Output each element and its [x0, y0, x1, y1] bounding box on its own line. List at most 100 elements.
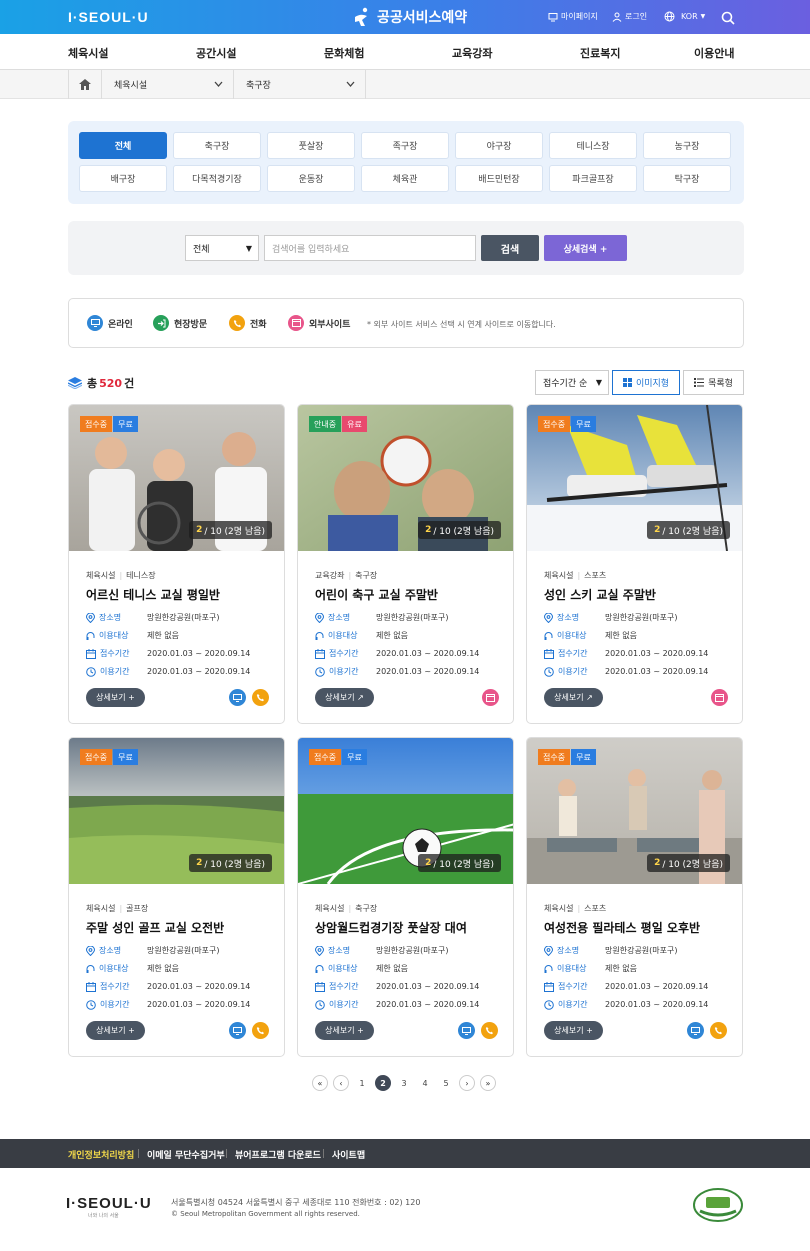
view-image-button[interactable]: 이미지형 — [612, 370, 680, 395]
program-card[interactable]: 안내중 유료 2/ 10 (2명 남음) 교육강좌 | 축구장 어린이 축구 교실 … — [297, 404, 514, 724]
sort-select[interactable]: 접수기간 순 ▼ — [535, 370, 609, 395]
place-label: 장소명 — [328, 613, 351, 622]
external-site-icon[interactable] — [711, 689, 728, 706]
detail-button[interactable]: 상세보기 ↗ — [544, 688, 603, 707]
detail-button[interactable]: 상세보기 + — [315, 1021, 374, 1040]
card-title[interactable]: 여성전용 필라테스 평일 오후반 — [544, 919, 700, 936]
program-card[interactable]: 접수중 무료 2/ 10 (2명 남음) 체육시설 | 테니스장 어르신 테니스 교… — [68, 404, 285, 724]
category-tennis[interactable]: 테니스장 — [549, 132, 637, 159]
row-place: 장소명 망원한강공원(마포구) — [315, 945, 448, 956]
phone-icon[interactable] — [252, 1022, 269, 1039]
program-card[interactable]: 접수중 무료 2/ 10 (2명 남음) 체육시설 | 골프장 주말 성인 골프 교… — [68, 737, 285, 1057]
capacity-count: 2 — [654, 525, 661, 535]
category-futsal[interactable]: 풋살장 — [267, 132, 355, 159]
category-basketball[interactable]: 농구장 — [643, 132, 731, 159]
phone-icon[interactable] — [252, 689, 269, 706]
search-input[interactable]: 검색어를 입력하세요 — [264, 235, 476, 261]
sitemap-link[interactable]: 사이트맵 — [332, 1148, 365, 1161]
home-icon[interactable] — [68, 70, 102, 99]
online-icon[interactable] — [458, 1022, 475, 1039]
email-refuse-link[interactable]: 이메일 무단수집거부 — [147, 1148, 225, 1161]
advanced-search-button[interactable]: 상세검색 + — [544, 235, 627, 261]
page-5[interactable]: 5 — [438, 1075, 454, 1091]
search-type-select[interactable]: 전체 ▼ — [185, 235, 259, 261]
nav-culture[interactable]: 문화체험 — [324, 45, 364, 61]
category-filter: 전체 축구장 풋살장 족구장 야구장 테니스장 농구장 배구장 다목적경기장 운… — [68, 121, 744, 204]
apply-label: 접수기간 — [329, 982, 359, 991]
breadcrumb-select-1[interactable]: 체육시설 — [102, 70, 234, 99]
row-use: 이용기간 2020.01.03 ~ 2020.09.14 — [544, 666, 708, 677]
detail-button[interactable]: 상세보기 + — [86, 688, 145, 707]
place-value: 망원한강공원(마포구) — [376, 946, 449, 955]
headset-icon — [86, 964, 95, 973]
card-title[interactable]: 주말 성인 골프 교실 오전반 — [86, 919, 224, 936]
program-card[interactable]: 접수중 무료 2/ 10 (2명 남음) 체육시설 | 축구장 상암월드컵경기장 풋… — [297, 737, 514, 1057]
card-title[interactable]: 어린이 축구 교실 주말반 — [315, 586, 438, 603]
map-pin-icon — [86, 612, 95, 623]
category-parkgolf[interactable]: 파크골프장 — [549, 165, 637, 192]
target-label: 이용대상 — [557, 631, 587, 640]
mypage-link[interactable]: 마이페이지 — [548, 11, 598, 22]
nav-education[interactable]: 교육강좌 — [452, 45, 492, 61]
nav-welfare[interactable]: 진료복지 — [580, 45, 620, 61]
card-category-2: 골프장 — [126, 904, 149, 913]
online-icon[interactable] — [229, 1022, 246, 1039]
detail-button[interactable]: 상세보기 ↗ — [315, 688, 374, 707]
online-icon[interactable] — [687, 1022, 704, 1039]
capacity-rest: / 10 (2명 남음) — [204, 859, 265, 870]
last-page-icon[interactable]: » — [480, 1075, 496, 1091]
program-card[interactable]: 접수중 무료 2/ 10 (2명 남음) 체육시설 | 스포츠 여성전용 필라테스 … — [526, 737, 743, 1057]
apply-value: 2020.01.03 ~ 2020.09.14 — [605, 982, 709, 991]
card-title[interactable]: 성인 스키 교실 주말반 — [544, 586, 656, 603]
category-baseball[interactable]: 야구장 — [455, 132, 543, 159]
view-list-button[interactable]: 목록형 — [683, 370, 744, 395]
breadcrumb-select-2[interactable]: 축구장 — [234, 70, 366, 99]
category-field[interactable]: 운동장 — [267, 165, 355, 192]
prev-page-icon[interactable]: ‹ — [333, 1075, 349, 1091]
external-site-icon[interactable] — [482, 689, 499, 706]
total-suffix: 건 — [124, 377, 135, 390]
detail-button[interactable]: 상세보기 + — [544, 1021, 603, 1040]
next-page-icon[interactable]: › — [459, 1075, 475, 1091]
page-2[interactable]: 2 — [375, 1075, 391, 1091]
language-select[interactable]: KOR ▼ — [664, 11, 705, 22]
viewer-download-link[interactable]: 뷰어프로그램 다운로드 — [235, 1148, 321, 1161]
row-target: 이용대상 제한 없음 — [544, 630, 637, 641]
phone-icon[interactable] — [481, 1022, 498, 1039]
category-gym[interactable]: 체육관 — [361, 165, 449, 192]
nav-sports[interactable]: 체육시설 — [68, 45, 108, 61]
page-1[interactable]: 1 — [354, 1075, 370, 1091]
category-soccer[interactable]: 축구장 — [173, 132, 261, 159]
target-value: 제한 없음 — [605, 631, 637, 640]
brand-title[interactable]: 공공서비스예약 — [352, 7, 467, 27]
card-title[interactable]: 상암월드컵경기장 풋살장 대여 — [315, 919, 467, 936]
detail-button[interactable]: 상세보기 + — [86, 1021, 145, 1040]
page-3[interactable]: 3 — [396, 1075, 412, 1091]
privacy-link[interactable]: 개인정보처리방침 — [68, 1148, 134, 1161]
phone-icon[interactable] — [710, 1022, 727, 1039]
page-4[interactable]: 4 — [417, 1075, 433, 1091]
category-multipurpose[interactable]: 다목적경기장 — [173, 165, 261, 192]
site-logo[interactable]: I·SEOUL·U — [68, 9, 149, 25]
online-icon[interactable] — [229, 689, 246, 706]
first-page-icon[interactable]: « — [312, 1075, 328, 1091]
nav-guide[interactable]: 이용안내 — [694, 45, 734, 61]
place-key: 장소명 — [544, 945, 605, 956]
program-card[interactable]: 접수중 무료 2/ 10 (2명 남음) 체육시설 | 스포츠 성인 스키 교실 주… — [526, 404, 743, 724]
status-badge: 접수중 — [80, 749, 113, 765]
category-badminton[interactable]: 배드민턴장 — [455, 165, 543, 192]
search-button[interactable]: 검색 — [481, 235, 539, 261]
capacity-badge: 2/ 10 (2명 남음) — [418, 854, 501, 872]
card-title[interactable]: 어르신 테니스 교실 평일반 — [86, 586, 220, 603]
category-tabletennis[interactable]: 탁구장 — [643, 165, 731, 192]
search-icon[interactable] — [721, 10, 735, 29]
category-jokgu[interactable]: 족구장 — [361, 132, 449, 159]
login-link[interactable]: 로그인 — [612, 11, 647, 22]
pagination: « ‹ 1 2 3 4 5 › » — [312, 1075, 501, 1091]
nav-space[interactable]: 공간시설 — [196, 45, 236, 61]
legend-visit: 현장방문 — [153, 315, 207, 331]
category-all[interactable]: 전체 — [79, 132, 167, 159]
capacity-count: 2 — [425, 525, 432, 535]
brand-icon — [355, 7, 368, 26]
category-volleyball[interactable]: 배구장 — [79, 165, 167, 192]
